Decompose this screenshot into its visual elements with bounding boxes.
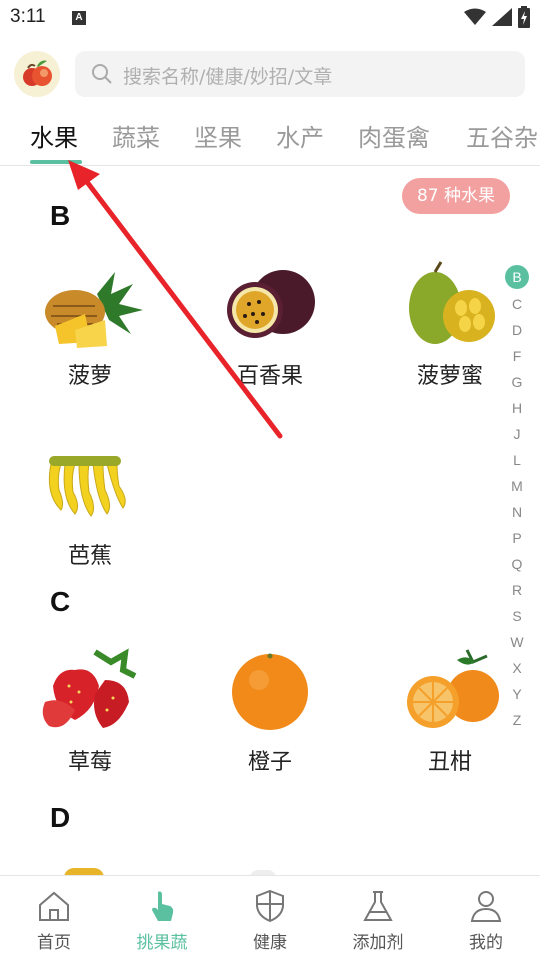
fruit-item-pineapple[interactable]: 菠萝 [25, 254, 155, 404]
wifi-icon [464, 8, 486, 25]
count-badge: 87 种水果 [402, 178, 510, 214]
banana-icon [48, 456, 126, 517]
fruit-name: 芭蕉 [67, 544, 112, 569]
alpha-letter-y[interactable]: Y [505, 681, 529, 707]
nav-pick-produce[interactable]: 挑果蔬 [112, 888, 212, 958]
signal-icon [492, 8, 512, 26]
alpha-letter-f[interactable]: F [505, 343, 529, 369]
partial-fruit-image [64, 868, 104, 875]
notification-icon: A [72, 11, 86, 25]
fruit-item-strawberry[interactable]: 草莓 [25, 640, 155, 790]
category-tabs: 水果 蔬菜 坚果 水产 肉蛋禽 五谷杂 [0, 108, 540, 166]
status-bar: 3:11 A [0, 0, 540, 36]
section-letter-c: C [50, 586, 71, 617]
fruit-name: 橙子 [247, 750, 292, 775]
pineapple-icon [45, 272, 143, 348]
fruit-item-plantain[interactable]: 芭蕉 [25, 434, 155, 584]
nav-label: 添加剂 [352, 933, 404, 953]
fruit-name: 百香果 [236, 364, 303, 389]
alpha-letter-w[interactable]: W [505, 629, 529, 655]
alpha-letter-z[interactable]: Z [505, 707, 529, 733]
fruit-item-passion-fruit[interactable]: 百香果 [205, 254, 335, 404]
alpha-letter-d[interactable]: D [505, 317, 529, 343]
alpha-letter-x[interactable]: X [505, 655, 529, 681]
fruit-item-orange[interactable]: 橙子 [205, 640, 335, 790]
fruit-item-ugly-tangerine[interactable]: 丑柑 [385, 640, 515, 790]
alpha-letter-c[interactable]: C [505, 291, 529, 317]
alpha-letter-l[interactable]: L [505, 447, 529, 473]
tab-seafood[interactable]: 水产 [276, 118, 324, 153]
tab-nuts[interactable]: 坚果 [194, 118, 242, 153]
flask-icon [363, 891, 393, 921]
alpha-letter-n[interactable]: N [505, 499, 529, 525]
search-row: 搜索名称/健康/妙招/文章 [0, 48, 540, 102]
active-tab-indicator [30, 160, 82, 164]
section-letter-d: D [50, 802, 71, 833]
nav-label: 首页 [37, 933, 71, 953]
nav-additives[interactable]: 添加剂 [328, 888, 428, 958]
alpha-letter-p[interactable]: P [505, 525, 529, 551]
alphabet-index[interactable]: BCDFGHJLMNPQRSWXYZ [505, 265, 529, 733]
shield-icon [256, 889, 284, 923]
tab-fruit[interactable]: 水果 [30, 118, 78, 153]
search-icon [92, 64, 112, 84]
user-icon [470, 891, 502, 922]
nav-home[interactable]: 首页 [4, 888, 104, 958]
tab-vegetables[interactable]: 蔬菜 [112, 118, 160, 153]
fruit-name: 丑柑 [427, 750, 472, 775]
strawberry-icon [42, 648, 137, 728]
nav-label: 挑果蔬 [136, 933, 188, 953]
fruit-list[interactable]: 87 种水果 B 菠萝 百香果 菠萝蜜 芭蕉 C 草莓 橙子 丑柑 D [0, 166, 540, 875]
tab-meat-eggs-poultry[interactable]: 肉蛋禽 [358, 118, 430, 153]
search-placeholder: 搜索名称/健康/妙招/文章 [123, 66, 333, 88]
bottom-nav: 首页 挑果蔬 健康 添加剂 我的 [0, 875, 540, 960]
alpha-letter-b[interactable]: B [505, 265, 529, 289]
tab-grains[interactable]: 五谷杂 [466, 118, 538, 153]
alpha-letter-s[interactable]: S [505, 603, 529, 629]
alpha-letter-r[interactable]: R [505, 577, 529, 603]
fruit-logo-icon [23, 60, 52, 86]
nav-label: 健康 [253, 933, 287, 953]
alpha-letter-m[interactable]: M [505, 473, 529, 499]
hand-pointer-icon [152, 891, 174, 921]
nav-health[interactable]: 健康 [220, 888, 320, 958]
orange-icon [232, 653, 308, 730]
nav-profile[interactable]: 我的 [436, 888, 536, 958]
passion-fruit-icon [227, 270, 315, 338]
status-icons [464, 6, 530, 28]
alpha-letter-h[interactable]: H [505, 395, 529, 421]
fruit-name: 菠萝蜜 [416, 364, 483, 389]
home-icon [39, 891, 69, 921]
fruit-name: 草莓 [67, 750, 112, 775]
search-input[interactable]: 搜索名称/健康/妙招/文章 [75, 51, 525, 97]
section-letter-b: B [50, 200, 71, 231]
nav-label: 我的 [469, 933, 503, 953]
status-time: 3:11 [10, 6, 46, 27]
fruit-name: 菠萝 [67, 364, 112, 389]
battery-icon [518, 6, 530, 28]
jackfruit-icon [409, 261, 495, 344]
fruit-item-jackfruit[interactable]: 菠萝蜜 [385, 254, 515, 404]
tangerine-icon [407, 649, 499, 728]
avatar[interactable] [14, 51, 60, 97]
alpha-letter-q[interactable]: Q [505, 551, 529, 577]
alpha-letter-g[interactable]: G [505, 369, 529, 395]
alpha-letter-j[interactable]: J [505, 421, 529, 447]
